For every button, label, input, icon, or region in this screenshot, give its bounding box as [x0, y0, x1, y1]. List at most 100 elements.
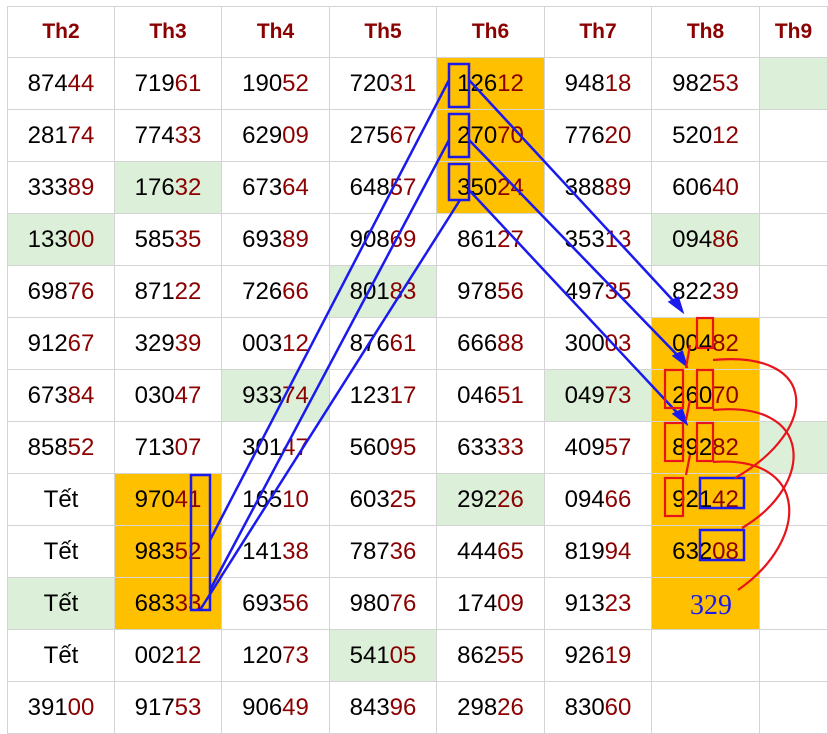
- table-cell[interactable]: 94818: [544, 57, 652, 110]
- table-cell[interactable]: [759, 213, 828, 266]
- table-cell[interactable]: 71307: [114, 421, 222, 474]
- table-cell[interactable]: 98253: [651, 57, 760, 110]
- table-cell[interactable]: [759, 525, 828, 578]
- table-cell[interactable]: 09486: [651, 213, 760, 266]
- table-cell[interactable]: 98076: [329, 577, 437, 630]
- table-cell[interactable]: 00482: [651, 317, 760, 370]
- table-cell[interactable]: 35313: [544, 213, 652, 266]
- table-cell[interactable]: [759, 265, 828, 318]
- table-cell[interactable]: 69389: [221, 213, 330, 266]
- table-cell[interactable]: 80183: [329, 265, 437, 318]
- table-cell[interactable]: 63333: [436, 421, 545, 474]
- table-cell[interactable]: 93374: [221, 369, 330, 422]
- table-cell[interactable]: [759, 161, 828, 214]
- table-cell[interactable]: [759, 57, 828, 110]
- table-cell[interactable]: 12073: [221, 629, 330, 682]
- table-cell[interactable]: 86127: [436, 213, 545, 266]
- table-cell[interactable]: 17632: [114, 161, 222, 214]
- table-cell[interactable]: 84396: [329, 681, 437, 734]
- table-cell[interactable]: 60325: [329, 473, 437, 526]
- table-cell[interactable]: 49735: [544, 265, 652, 318]
- table-cell[interactable]: 63208: [651, 525, 760, 578]
- table-cell[interactable]: 89282: [651, 421, 760, 474]
- table-cell[interactable]: 72666: [221, 265, 330, 318]
- table-cell[interactable]: 98352: [114, 525, 222, 578]
- table-cell[interactable]: [651, 629, 760, 682]
- table-cell[interactable]: 91267: [7, 317, 115, 370]
- table-cell[interactable]: 82239: [651, 265, 760, 318]
- table-cell[interactable]: 30003: [544, 317, 652, 370]
- table-cell[interactable]: 71961: [114, 57, 222, 110]
- table-cell[interactable]: 29226: [436, 473, 545, 526]
- table-cell[interactable]: 44465: [436, 525, 545, 578]
- table-cell[interactable]: 39100: [7, 681, 115, 734]
- table-cell[interactable]: 81994: [544, 525, 652, 578]
- table-cell[interactable]: 52012: [651, 109, 760, 162]
- table-cell[interactable]: 87444: [7, 57, 115, 110]
- table-cell[interactable]: [651, 681, 760, 734]
- table-cell[interactable]: 97856: [436, 265, 545, 318]
- table-cell[interactable]: 69876: [7, 265, 115, 318]
- table-cell[interactable]: 03047: [114, 369, 222, 422]
- table-cell[interactable]: 27070: [436, 109, 545, 162]
- column-header[interactable]: Th6: [436, 6, 545, 58]
- column-header[interactable]: Th2: [7, 6, 115, 58]
- table-cell[interactable]: [759, 577, 828, 630]
- table-cell[interactable]: 69356: [221, 577, 330, 630]
- table-cell[interactable]: 04973: [544, 369, 652, 422]
- table-cell[interactable]: [759, 421, 828, 474]
- table-cell[interactable]: [759, 109, 828, 162]
- table-cell[interactable]: 78736: [329, 525, 437, 578]
- table-cell[interactable]: 32939: [114, 317, 222, 370]
- table-cell[interactable]: 13300: [7, 213, 115, 266]
- table-cell[interactable]: 83060: [544, 681, 652, 734]
- table-cell[interactable]: [759, 369, 828, 422]
- table-cell[interactable]: 97041: [114, 473, 222, 526]
- table-cell[interactable]: 33389: [7, 161, 115, 214]
- table-cell[interactable]: [759, 681, 828, 734]
- table-cell[interactable]: 28174: [7, 109, 115, 162]
- table-cell[interactable]: [759, 629, 828, 682]
- table-cell[interactable]: 58535: [114, 213, 222, 266]
- table-cell[interactable]: 30147: [221, 421, 330, 474]
- table-cell[interactable]: 91323: [544, 577, 652, 630]
- table-cell[interactable]: 67384: [7, 369, 115, 422]
- table-cell[interactable]: 68333: [114, 577, 222, 630]
- table-cell[interactable]: 60640: [651, 161, 760, 214]
- column-header[interactable]: Th4: [221, 6, 330, 58]
- column-header[interactable]: Th9: [759, 6, 828, 58]
- table-cell[interactable]: 92142: [651, 473, 760, 526]
- table-cell[interactable]: 16510: [221, 473, 330, 526]
- table-cell[interactable]: Tết: [7, 577, 115, 630]
- table-cell[interactable]: Tết: [7, 629, 115, 682]
- table-cell[interactable]: 00312: [221, 317, 330, 370]
- table-cell[interactable]: 17409: [436, 577, 545, 630]
- column-header[interactable]: Th5: [329, 6, 437, 58]
- table-cell[interactable]: 56095: [329, 421, 437, 474]
- table-cell[interactable]: 90869: [329, 213, 437, 266]
- table-cell[interactable]: 62909: [221, 109, 330, 162]
- table-cell[interactable]: 90649: [221, 681, 330, 734]
- table-cell[interactable]: Tết: [7, 525, 115, 578]
- table-cell[interactable]: 12612: [436, 57, 545, 110]
- table-cell[interactable]: 12317: [329, 369, 437, 422]
- table-cell[interactable]: 77433: [114, 109, 222, 162]
- table-cell[interactable]: 77620: [544, 109, 652, 162]
- table-cell[interactable]: 92619: [544, 629, 652, 682]
- table-cell[interactable]: 35024: [436, 161, 545, 214]
- table-cell[interactable]: 04651: [436, 369, 545, 422]
- table-cell[interactable]: 54105: [329, 629, 437, 682]
- table-cell[interactable]: 00212: [114, 629, 222, 682]
- table-cell[interactable]: 29826: [436, 681, 545, 734]
- column-header[interactable]: Th3: [114, 6, 222, 58]
- table-cell[interactable]: 64857: [329, 161, 437, 214]
- table-cell[interactable]: 85852: [7, 421, 115, 474]
- column-header[interactable]: Th7: [544, 6, 652, 58]
- table-cell[interactable]: 19052: [221, 57, 330, 110]
- table-cell[interactable]: 09466: [544, 473, 652, 526]
- table-cell[interactable]: [759, 473, 828, 526]
- column-header[interactable]: Th8: [651, 6, 760, 58]
- table-cell[interactable]: 87122: [114, 265, 222, 318]
- table-cell[interactable]: 27567: [329, 109, 437, 162]
- table-cell[interactable]: 86255: [436, 629, 545, 682]
